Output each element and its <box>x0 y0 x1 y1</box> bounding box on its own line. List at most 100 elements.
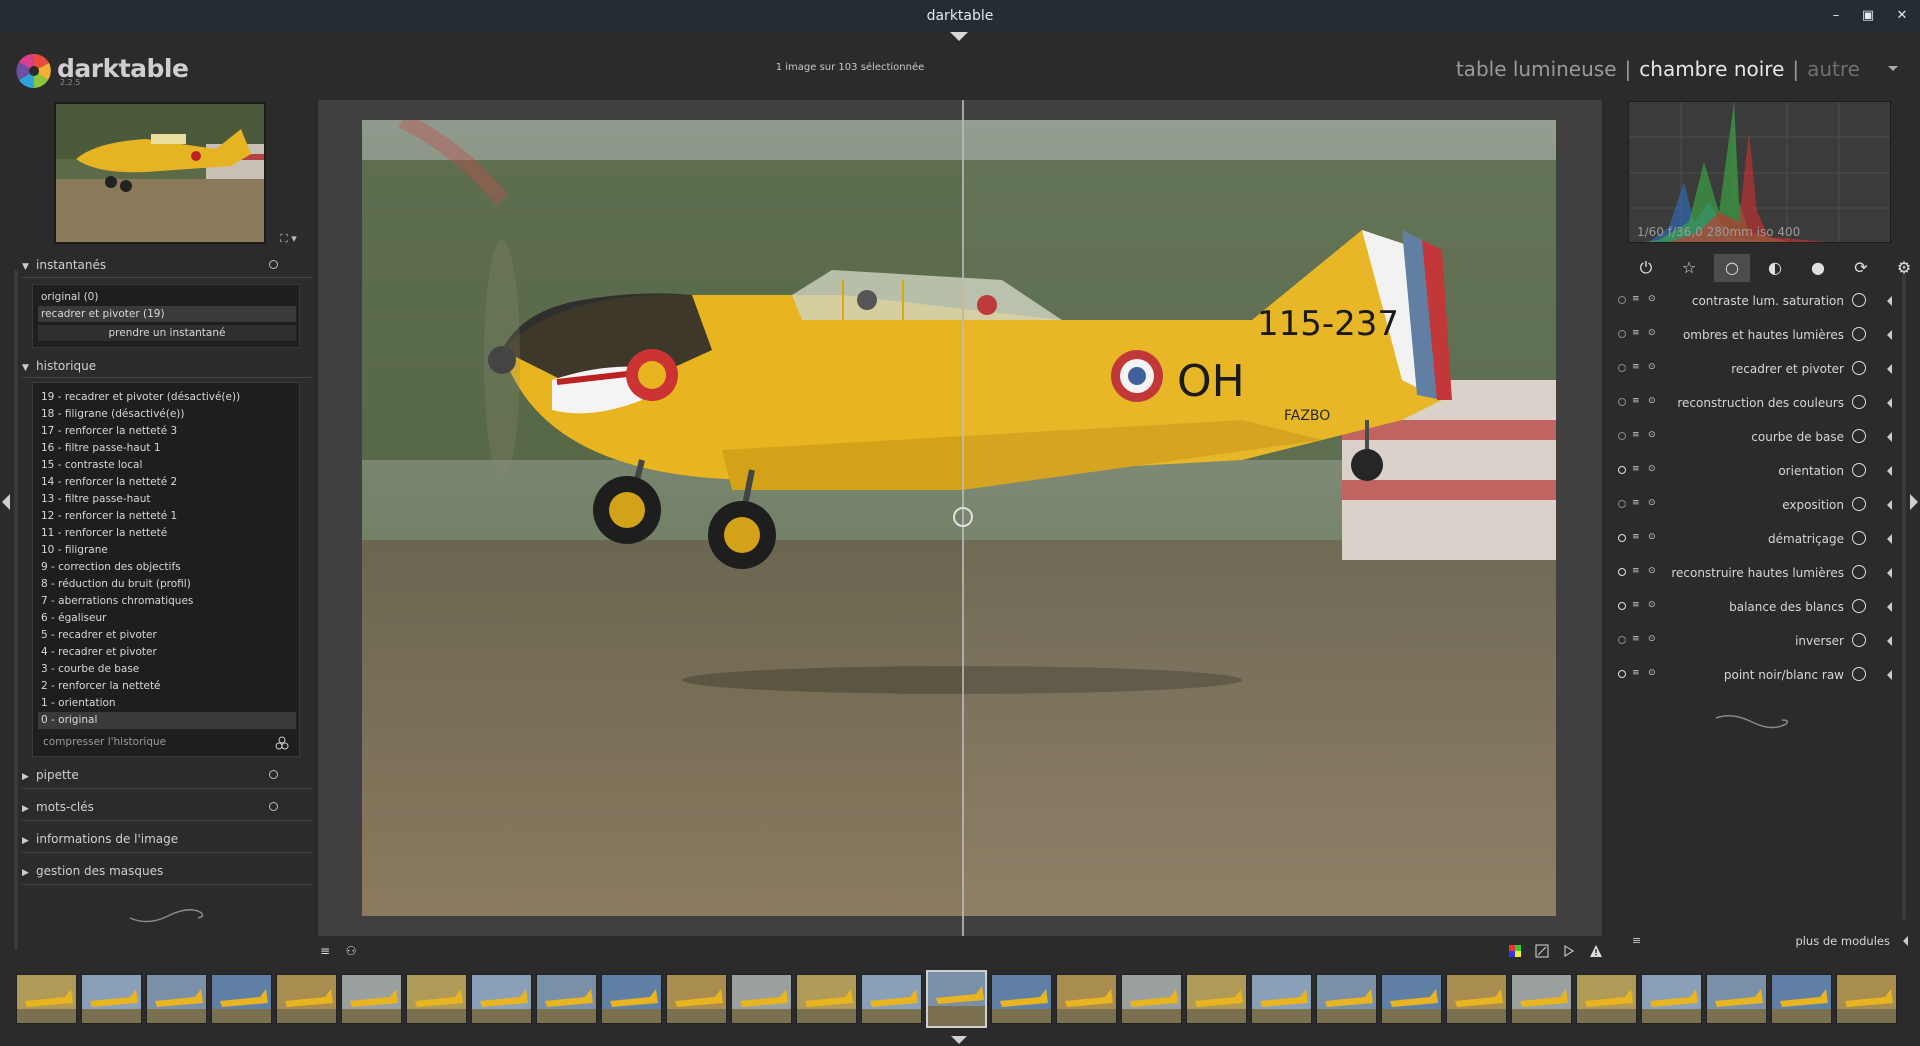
history-item[interactable]: 0 - original <box>38 712 296 729</box>
presets-icon[interactable]: ≡ <box>1632 294 1640 304</box>
filmstrip-thumbnail[interactable] <box>1186 974 1247 1024</box>
compress-history-button[interactable]: compresser l'historique <box>43 736 166 748</box>
presets-icon[interactable]: ≡ <box>1632 362 1640 372</box>
maximize-button[interactable]: ▣ <box>1858 6 1878 26</box>
navigator-zoom[interactable]: ⛶ ▾ <box>280 232 297 246</box>
gamut-check-icon[interactable] <box>1589 944 1603 958</box>
snapshot-item[interactable]: original (0) <box>38 289 296 305</box>
module-row[interactable]: ≡ ⊙ orientation <box>1614 456 1906 486</box>
module-power-icon[interactable] <box>1618 670 1626 678</box>
history-item[interactable]: 15 - contraste local <box>38 457 296 474</box>
module-row[interactable]: ≡ ⊙ dématriçage <box>1614 524 1906 554</box>
filmstrip-thumbnail[interactable] <box>1771 974 1832 1024</box>
history-item[interactable]: 14 - renforcer la netteté 2 <box>38 474 296 491</box>
expand-arrow-icon[interactable] <box>1887 466 1892 476</box>
history-item[interactable]: 4 - recadrer et pivoter <box>38 644 296 661</box>
reset-icon[interactable]: ⊙ <box>1648 532 1656 542</box>
filmstrip-thumbnail[interactable] <box>276 974 337 1024</box>
reset-icon[interactable] <box>269 770 278 779</box>
filmstrip-thumbnail[interactable] <box>146 974 207 1024</box>
softproof-icon[interactable] <box>1508 944 1522 958</box>
filmstrip-thumbnail[interactable] <box>1381 974 1442 1024</box>
module-row[interactable]: ≡ ⊙ exposition <box>1614 490 1906 520</box>
more-modules-button[interactable]: plus de modules <box>1795 934 1890 948</box>
module-row[interactable]: ≡ ⊙ point noir/blanc raw <box>1614 660 1906 690</box>
module-power-icon[interactable] <box>1618 364 1626 372</box>
history-item[interactable]: 9 - correction des objectifs <box>38 559 296 576</box>
correct-icon[interactable]: ⟳ <box>1843 254 1879 282</box>
left-panel-toggle-icon[interactable] <box>2 494 10 510</box>
navigator-preview[interactable] <box>54 102 266 244</box>
history-item[interactable]: 1 - orientation <box>38 695 296 712</box>
expand-arrow-icon[interactable] <box>1903 936 1908 946</box>
view-darkroom[interactable]: chambre noire <box>1639 57 1784 81</box>
history-item[interactable]: 19 - recadrer et pivoter (désactivé(e)) <box>38 389 296 406</box>
pipette-header[interactable]: ▶ pipette <box>22 768 312 790</box>
presets-icon[interactable]: ≡ <box>1632 430 1640 440</box>
filmstrip-thumbnail[interactable] <box>471 974 532 1024</box>
module-row[interactable]: ≡ ⊙ reconstruction des couleurs <box>1614 388 1906 418</box>
expand-arrow-icon[interactable] <box>1887 636 1892 646</box>
module-row[interactable]: ≡ ⊙ inverser <box>1614 626 1906 656</box>
filmstrip-thumbnail[interactable] <box>16 974 77 1024</box>
filmstrip-thumbnail[interactable] <box>1706 974 1767 1024</box>
reset-icon[interactable]: ⊙ <box>1648 328 1656 338</box>
module-power-icon[interactable] <box>1618 602 1626 610</box>
history-item[interactable]: 7 - aberrations chromatiques <box>38 593 296 610</box>
view-lighttable[interactable]: table lumineuse <box>1456 57 1617 81</box>
top-panel-toggle-icon[interactable] <box>950 32 968 41</box>
close-button[interactable]: ✕ <box>1892 6 1912 26</box>
expand-arrow-icon[interactable] <box>1887 330 1892 340</box>
history-item[interactable]: 16 - filtre passe-haut 1 <box>38 440 296 457</box>
presets-icon[interactable]: ≡ <box>1632 668 1640 678</box>
filmstrip-thumbnail[interactable] <box>926 970 987 1028</box>
filmstrip-thumbnail[interactable] <box>796 974 857 1024</box>
filmstrip-thumbnail[interactable] <box>1121 974 1182 1024</box>
module-power-icon[interactable] <box>1618 534 1626 542</box>
filmstrip-thumbnail[interactable] <box>211 974 272 1024</box>
module-power-icon[interactable] <box>1618 398 1626 406</box>
filmstrip-thumbnail[interactable] <box>861 974 922 1024</box>
color-picker-toggle-icon[interactable] <box>1535 944 1549 958</box>
circle-icon[interactable]: ○ <box>1714 254 1750 282</box>
reset-icon[interactable]: ⊙ <box>1648 362 1656 372</box>
reset-icon[interactable]: ⊙ <box>1648 294 1656 304</box>
presets-icon[interactable]: ≡ <box>1632 498 1640 508</box>
presets-icon[interactable]: ≡ <box>1632 600 1640 610</box>
history-item[interactable]: 18 - filigrane (désactivé(e)) <box>38 406 296 423</box>
split-rotate-handle[interactable] <box>953 507 973 527</box>
left-scrollbar[interactable] <box>14 270 18 950</box>
quick-access-menu-icon[interactable]: ≡ <box>318 944 332 958</box>
masks-header[interactable]: ▶ gestion des masques <box>22 864 312 886</box>
module-row[interactable]: ≡ ⊙ courbe de base <box>1614 422 1906 452</box>
history-item[interactable]: 2 - renforcer la netteté <box>38 678 296 695</box>
expand-arrow-icon[interactable] <box>1887 568 1892 578</box>
module-row[interactable]: ≡ ⊙ recadrer et pivoter <box>1614 354 1906 384</box>
reset-icon[interactable]: ⊙ <box>1648 566 1656 576</box>
history-item[interactable]: 13 - filtre passe-haut <box>38 491 296 508</box>
history-item[interactable]: 11 - renforcer la netteté <box>38 525 296 542</box>
filmstrip-thumbnail[interactable] <box>1446 974 1507 1024</box>
presets-icon[interactable]: ≡ <box>1632 464 1640 474</box>
display-profile-icon[interactable] <box>1562 944 1576 958</box>
filmstrip-thumbnail[interactable] <box>1316 974 1377 1024</box>
tagging-header[interactable]: ▶ mots-clés <box>22 800 312 822</box>
module-row[interactable]: ≡ ⊙ contraste lum. saturation <box>1614 286 1906 316</box>
filmstrip[interactable] <box>16 970 1904 1032</box>
filmstrip-thumbnail[interactable] <box>341 974 402 1024</box>
effect-icon[interactable]: ⚙ <box>1886 254 1920 282</box>
reset-icon[interactable]: ⊙ <box>1648 600 1656 610</box>
star-icon[interactable]: ☆ <box>1671 254 1707 282</box>
expand-arrow-icon[interactable] <box>1887 670 1892 680</box>
filmstrip-thumbnail[interactable] <box>1251 974 1312 1024</box>
expand-arrow-icon[interactable] <box>1887 500 1892 510</box>
view-other[interactable]: autre <box>1807 57 1860 81</box>
module-power-icon[interactable] <box>1618 500 1626 508</box>
filmstrip-thumbnail[interactable] <box>1056 974 1117 1024</box>
expand-arrow-icon[interactable] <box>1887 534 1892 544</box>
filmstrip-thumbnail[interactable] <box>1641 974 1702 1024</box>
expand-arrow-icon[interactable] <box>1887 364 1892 374</box>
right-panel-toggle-icon[interactable] <box>1910 494 1918 510</box>
filmstrip-thumbnail[interactable] <box>601 974 662 1024</box>
module-power-icon[interactable] <box>1618 330 1626 338</box>
